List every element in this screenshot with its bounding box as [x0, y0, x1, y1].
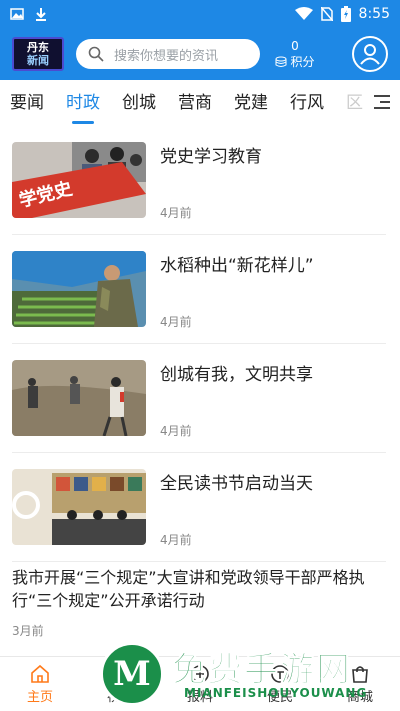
tab-dangjian[interactable]: 党建 — [234, 80, 268, 126]
news-item[interactable]: 学党史 党史学习教育 4月前 — [12, 126, 386, 235]
tab-xingfeng[interactable]: 行风 — [290, 80, 324, 126]
news-thumbnail — [12, 469, 146, 545]
news-title: 水稻种出“新花样儿” — [160, 256, 314, 276]
news-time: 4月前 — [160, 206, 192, 220]
no-sim-icon — [320, 7, 333, 21]
points-value: 0 — [291, 39, 299, 53]
nav-video[interactable]: 视听 — [80, 657, 160, 711]
points-label: 积分 — [290, 55, 315, 69]
news-item-text[interactable]: 我市开展“三个规定”大宣讲和党政领导干部严格执行“三个规定”公开承诺行动 3月前 — [12, 566, 388, 639]
news-item[interactable]: 创城有我，文明共享 4月前 — [12, 344, 386, 453]
home-icon — [31, 664, 49, 683]
gallery-icon — [10, 8, 24, 20]
news-item[interactable]: 水稻种出“新花样儿” 4月前 — [12, 235, 386, 344]
tab-shizheng[interactable]: 时政 — [66, 80, 100, 126]
nav-report-label: 报料 — [186, 689, 213, 705]
news-time: 4月前 — [160, 424, 192, 438]
tab-menu-icon[interactable] — [374, 95, 390, 109]
bottom-nav: 主页 视听 报料 便民 商城 — [0, 656, 400, 711]
points-counter[interactable]: 0 积分 — [270, 38, 320, 70]
service-icon — [271, 664, 289, 683]
app-logo: 丹东 新闻 — [12, 37, 64, 71]
battery-icon — [340, 6, 351, 22]
category-tabs: 要闻 时政 创城 营商 党建 行风 区 — [0, 80, 400, 126]
news-title: 创城有我，文明共享 — [160, 365, 313, 385]
download-icon — [36, 8, 46, 21]
nav-service[interactable]: 便民 — [240, 657, 320, 711]
tab-chuangcheng[interactable]: 创城 — [122, 80, 156, 126]
nav-home-label: 主页 — [26, 689, 53, 705]
news-title: 全民读书节启动当天 — [160, 474, 313, 494]
news-thumbnail: 学党史 — [12, 142, 146, 218]
news-thumbnail — [12, 360, 146, 436]
user-icon — [360, 44, 380, 65]
nav-home[interactable]: 主页 — [0, 657, 80, 711]
tab-yaowen[interactable]: 要闻 — [10, 80, 44, 126]
news-time: 3月前 — [12, 624, 44, 638]
nav-report[interactable]: 报料 — [160, 657, 240, 711]
news-title: 党史学习教育 — [160, 147, 262, 167]
status-bar: 8:55 — [0, 0, 400, 28]
status-time: 8:55 — [358, 6, 390, 22]
report-icon — [191, 664, 209, 683]
news-time: 4月前 — [160, 315, 192, 329]
nav-service-label: 便民 — [266, 689, 293, 705]
app-header: 丹东 新闻 搜索你想要的资讯 0 积分 — [0, 28, 400, 80]
tab-qu[interactable]: 区 — [346, 80, 363, 126]
user-avatar-button[interactable] — [352, 36, 388, 72]
wifi-icon — [294, 7, 313, 20]
nav-video-label: 视听 — [106, 689, 133, 705]
nav-shop[interactable]: 商城 — [320, 657, 400, 711]
logo-line-1: 丹东 — [27, 41, 49, 54]
search-placeholder: 搜索你想要的资讯 — [114, 48, 219, 64]
news-thumbnail — [12, 251, 146, 327]
video-icon — [111, 666, 129, 681]
coins-icon — [275, 56, 287, 67]
shop-icon — [352, 665, 368, 683]
logo-line-2: 新闻 — [27, 54, 49, 67]
search-icon — [88, 46, 104, 62]
news-time: 4月前 — [160, 533, 192, 547]
search-input[interactable]: 搜索你想要的资讯 — [76, 39, 260, 69]
news-item[interactable]: 全民读书节启动当天 4月前 — [12, 453, 386, 562]
news-title: 我市开展“三个规定”大宣讲和党政领导干部严格执行“三个规定”公开承诺行动 — [12, 568, 365, 610]
tab-yingshang[interactable]: 营商 — [178, 80, 212, 126]
nav-shop-label: 商城 — [346, 689, 373, 705]
